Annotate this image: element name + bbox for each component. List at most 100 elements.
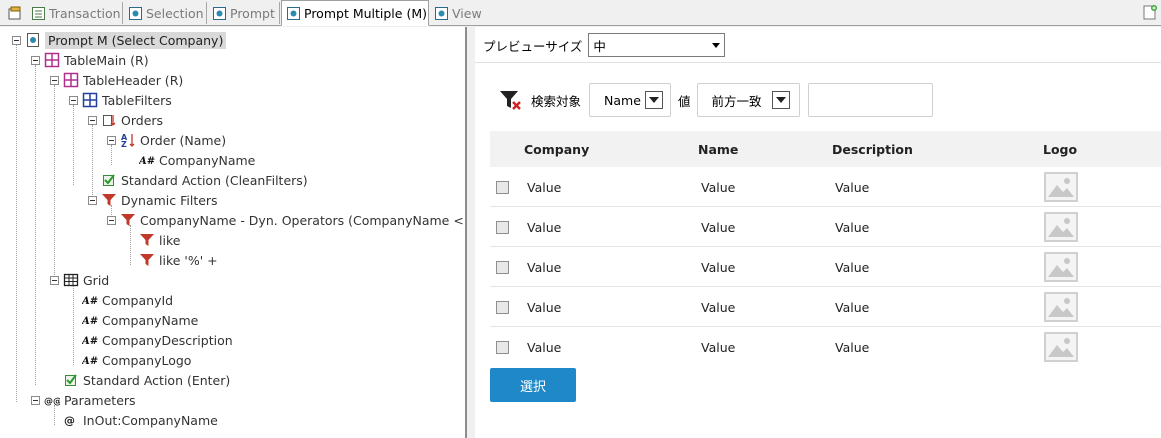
tree-node-orders[interactable]: Orders xyxy=(88,110,163,130)
attribute-icon: A# xyxy=(81,332,98,348)
column-header[interactable]: Description xyxy=(832,142,913,157)
new-page-icon[interactable] xyxy=(1143,5,1157,20)
tree-node-like-prefix[interactable]: like '%' + xyxy=(139,250,218,270)
tree-node-like[interactable]: like xyxy=(139,230,180,250)
filter-icon xyxy=(120,212,136,228)
image-placeholder-icon xyxy=(1044,172,1078,202)
tree-node-tablemain[interactable]: TableMain (R) xyxy=(31,50,149,70)
row-checkbox[interactable] xyxy=(496,341,509,354)
table-row[interactable]: Value Value Value xyxy=(490,327,1161,367)
tree-node-tablefilters[interactable]: TableFilters xyxy=(69,90,172,110)
tree-node-dynamic-filters[interactable]: Dynamic Filters xyxy=(88,190,218,210)
collapse-toggle[interactable] xyxy=(88,195,97,205)
attribute-icon: A# xyxy=(138,152,155,168)
preview-size-label: プレビューサイズ xyxy=(483,38,583,54)
table-row[interactable]: Value Value Value xyxy=(490,247,1161,287)
tab-selection[interactable]: Selection xyxy=(124,2,207,24)
select-button[interactable]: 選択 xyxy=(490,368,576,402)
preview-size-value: 中 xyxy=(593,38,606,54)
grid-header: Company Name Description Logo xyxy=(490,131,1161,167)
collapse-toggle[interactable] xyxy=(50,75,59,85)
cell-description: Value xyxy=(835,220,870,235)
properties-icon[interactable] xyxy=(8,6,21,20)
image-placeholder-icon xyxy=(1044,252,1078,282)
tree-node-companydescription[interactable]: A# CompanyDescription xyxy=(81,330,233,350)
value-label: 値 xyxy=(678,93,691,109)
collapse-toggle[interactable] xyxy=(88,115,97,125)
chevron-down-icon xyxy=(771,91,790,109)
search-field-select[interactable]: Name xyxy=(589,83,672,117)
cell-company: Value xyxy=(527,180,562,195)
tree-node-prompt[interactable]: Prompt M (Select Company) xyxy=(12,30,227,50)
tree-node-companylogo[interactable]: A# CompanyLogo xyxy=(81,350,191,370)
operator-value: 前方一致 xyxy=(711,93,762,109)
results-grid: Company Name Description Logo Value Valu… xyxy=(490,131,1161,367)
filter-value-input[interactable] xyxy=(807,83,933,117)
svg-text:@: @ xyxy=(64,414,75,427)
tab-prompt[interactable]: Prompt xyxy=(208,2,280,24)
orders-icon xyxy=(101,112,117,128)
standard-action-icon xyxy=(101,172,117,188)
row-checkbox[interactable] xyxy=(496,221,509,234)
collapse-toggle[interactable] xyxy=(69,95,78,105)
preview-pane: プレビューサイズ 中 検索対象 Name 値 前方一致 Company Name… xyxy=(475,27,1161,438)
svg-text:A#: A# xyxy=(139,156,155,167)
image-placeholder-icon xyxy=(1044,212,1078,242)
column-header[interactable]: Logo xyxy=(1043,142,1077,157)
tab-label: Transaction xyxy=(49,5,121,21)
preview-size-select[interactable]: 中 xyxy=(588,33,726,57)
tab-label: Prompt xyxy=(230,5,275,21)
transaction-icon xyxy=(32,6,45,20)
table-main-icon xyxy=(44,52,60,68)
table-row[interactable]: Value Value Value xyxy=(490,287,1161,327)
webpanel-icon xyxy=(213,6,226,20)
tree-node-order-name[interactable]: AZ Order (Name) xyxy=(107,130,226,150)
cell-name: Value xyxy=(701,260,736,275)
collapse-toggle[interactable] xyxy=(12,35,21,45)
tree-node-grid[interactable]: Grid xyxy=(50,270,109,290)
collapse-toggle[interactable] xyxy=(107,215,116,225)
table-row[interactable]: Value Value Value xyxy=(490,167,1161,207)
row-checkbox[interactable] xyxy=(496,301,509,314)
tree-node-tableheader[interactable]: TableHeader (R) xyxy=(50,70,183,90)
parameter-at-icon: @ xyxy=(63,412,79,428)
prompt-object-icon xyxy=(25,32,41,48)
collapse-toggle[interactable] xyxy=(107,135,116,145)
collapse-toggle[interactable] xyxy=(50,275,59,285)
row-checkbox[interactable] xyxy=(496,261,509,274)
search-target-label: 検索対象 xyxy=(531,93,582,109)
tab-label: View xyxy=(452,5,482,21)
tree-node-dyn-operators[interactable]: CompanyName - Dyn. Operators (CompanyNam… xyxy=(107,210,464,230)
cell-company: Value xyxy=(527,340,562,355)
table-row[interactable]: Value Value Value xyxy=(490,207,1161,247)
column-header[interactable]: Company xyxy=(524,142,589,157)
tree-node-companyid[interactable]: A# CompanyId xyxy=(81,290,173,310)
filter-row: 検索対象 Name 値 前方一致 xyxy=(499,83,933,117)
tree-node-enter-action[interactable]: Standard Action (Enter) xyxy=(63,370,230,390)
sort-az-icon: AZ xyxy=(120,132,136,149)
operator-select[interactable]: 前方一致 xyxy=(696,83,800,117)
row-checkbox[interactable] xyxy=(496,181,509,194)
clear-filter-icon[interactable] xyxy=(499,88,523,112)
tab-transaction[interactable]: Transaction xyxy=(27,2,123,24)
tab-view[interactable]: View xyxy=(430,2,490,24)
cell-company: Value xyxy=(527,220,562,235)
table-filters-icon xyxy=(82,92,98,108)
cell-name: Value xyxy=(701,300,736,315)
tree-node-order-attribute[interactable]: A# CompanyName xyxy=(138,150,255,170)
cell-company: Value xyxy=(527,300,562,315)
tree-node-inout-param[interactable]: @ InOut:CompanyName xyxy=(63,410,218,430)
grid-icon xyxy=(63,272,79,288)
tree-node-companyname[interactable]: A# CompanyName xyxy=(81,310,198,330)
tree-node-clean-filters[interactable]: Standard Action (CleanFilters) xyxy=(101,170,308,190)
tree-node-parameters[interactable]: @@ Parameters xyxy=(31,390,136,410)
column-header[interactable]: Name xyxy=(698,142,738,157)
cell-description: Value xyxy=(835,180,870,195)
cell-description: Value xyxy=(835,300,870,315)
collapse-toggle[interactable] xyxy=(31,395,40,405)
divider xyxy=(475,62,1161,63)
cell-name: Value xyxy=(701,220,736,235)
cell-company: Value xyxy=(527,260,562,275)
tab-prompt-multiple[interactable]: Prompt Multiple (M) xyxy=(281,0,429,26)
collapse-toggle[interactable] xyxy=(31,55,40,65)
